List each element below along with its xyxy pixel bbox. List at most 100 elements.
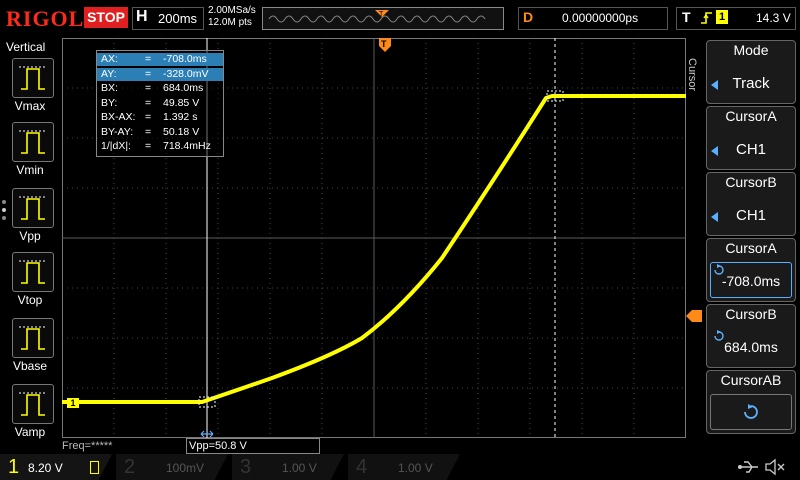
readout-equals: = [145,82,152,94]
trigger-position-marker[interactable]: T [378,38,392,52]
rising-edge-icon [701,12,712,24]
cursor-b-source-value: CH1 [735,207,766,224]
readout-value: -708.0ms [163,53,207,65]
page-dot [2,216,6,220]
measure-label: Vmin [16,163,44,177]
cursor-readout-row: AY: = -328.0mV [97,67,223,81]
cursor-readout-panel: AX: = -708.0ms AY: = -328.0mV BX: = 684.0ms BY: = 4… [96,50,224,157]
readout-value: 1.392 s [163,111,198,123]
mode-value: Track [732,75,770,92]
rotate-knob-icon [714,330,724,341]
freq-measurement: Freq=***** [62,440,113,452]
pulse-waveform-icon [19,66,47,90]
ch1-ground-marker[interactable]: 1 [67,398,79,408]
mode-menu-item[interactable]: Mode Track [706,40,796,104]
cursor-a-source-value: CH1 [735,141,766,158]
cursor-readout-row: BX: = 684.0ms [97,82,223,95]
waveform-overview-icon: T [268,10,486,23]
measure-label: Vpp [19,229,41,243]
dc-coupling-icon [90,461,99,474]
pulse-waveform-icon [19,196,47,220]
svg-text:T: T [379,11,384,18]
readout-equals: = [145,111,152,123]
trigger-level-marker[interactable] [686,310,702,322]
trigger-channel-badge: 1 [716,10,728,24]
measure-label: Vtop [17,293,43,307]
brand-logo: RIGOL [6,6,85,31]
sample-rate: 2.00MSa/s [208,5,256,16]
measure-vbase-button[interactable] [12,318,54,358]
vertical-panel-title: Vertical [6,40,46,54]
readout-key: BX: [101,82,118,94]
cursor-b-position-item[interactable]: CursorB 684.0ms [706,304,796,368]
channel-number: 3 [240,456,252,478]
readout-equals: = [145,53,152,65]
cursor-b-position-title: CursorB [725,306,777,322]
cursor-a-position-item[interactable]: CursorA -708.0ms [706,238,796,302]
usb-icon [738,461,758,473]
readout-equals: = [145,96,152,109]
cursor-ab-item[interactable]: CursorAB [706,370,796,434]
trigger-level: 14.3 V [756,11,791,25]
measure-vamp-button[interactable] [12,384,54,424]
pulse-waveform-icon [19,130,47,154]
cursor-readout-row: BY-AY: = 50.18 V [97,126,223,139]
measure-vtop-button[interactable] [12,252,54,292]
svg-text:T: T [381,39,387,49]
readout-equals: = [145,67,152,80]
pulse-waveform-icon [19,326,47,350]
measure-vmin-button[interactable] [12,122,54,162]
cursor-a-source-item[interactable]: CursorA CH1 [706,106,796,170]
page-dot [2,200,6,204]
readout-value: -328.0mV [163,67,209,80]
left-arrow-icon [711,212,718,222]
cursor-ab-title: CursorAB [720,372,782,388]
pulse-waveform-icon [19,260,47,284]
memory-overview-strip[interactable]: T [262,7,504,30]
channel-number: 1 [8,456,20,478]
memory-depth: 12.0M pts [208,17,252,28]
readout-key: BY-AY: [101,125,134,138]
run-stop-badge[interactable]: STOP [84,7,128,28]
cursor-a-position-title: CursorA [725,240,777,256]
cursor-b-source-title: CursorB [725,174,777,190]
rotate-knob-icon [744,404,758,419]
cursor-readout-row: AX: = -708.0ms [97,53,223,66]
readout-value: 684.0ms [163,82,204,94]
readout-equals: = [145,125,152,138]
cursor-readout-row: 1/|dX|: = 718.4mHz [97,140,223,153]
trigger-letter: T [682,9,691,25]
readout-value: 50.18 V [163,125,200,138]
channel-scale: 100mV [166,461,205,475]
readout-value: 718.4mHz [163,140,211,152]
speaker-muted-icon[interactable] [764,457,786,477]
readout-key: AY: [101,67,117,80]
delay-letter: D [523,9,534,25]
channel-number: 4 [356,456,368,478]
menu-side-label: Cursor [686,58,698,92]
channel-scale: 1.00 V [282,461,317,475]
cursor-readout-row: BX-AX: = 1.392 s [97,111,223,124]
left-arrow-icon [711,80,718,90]
left-arrow-icon [711,146,718,156]
timebase-letter: H [136,8,148,25]
measure-label: Vmax [14,99,46,113]
measure-label: Vbase [12,359,48,373]
measure-vmax-button[interactable] [12,58,54,98]
mode-title: Mode [733,42,769,58]
rotate-knob-icon [714,264,724,275]
readout-equals: = [145,140,152,152]
pulse-waveform-icon [19,392,47,416]
readout-key: 1/|dX|: [101,140,131,152]
readout-value: 49.85 V [163,96,200,109]
cursor-a-arrow-icon [200,430,214,438]
readout-key: AX: [101,53,118,65]
delay-value: 0.00000000ps [562,11,639,25]
cursor-b-source-item[interactable]: CursorB CH1 [706,172,796,236]
timebase-value: 200ms [158,11,198,26]
cursor-readout-row: BY: = 49.85 V [97,97,223,110]
cursor-a-source-title: CursorA [725,108,777,124]
measure-vpp-button[interactable] [12,188,54,228]
readout-key: BY: [101,96,118,109]
page-dot [2,208,6,212]
